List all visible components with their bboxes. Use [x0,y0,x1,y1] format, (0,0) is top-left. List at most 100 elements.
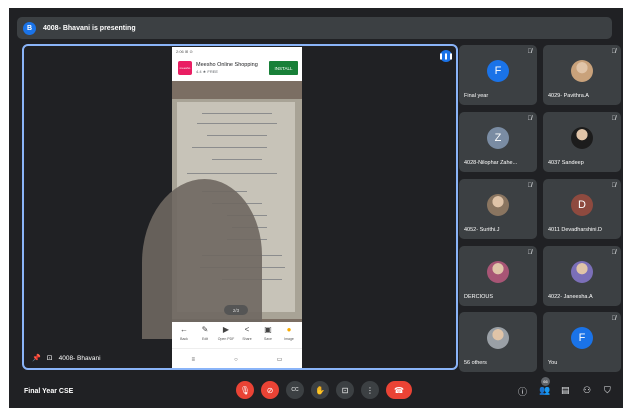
ad-title: Meesho Online Shopping [196,62,258,68]
captions-icon: CC [291,387,299,393]
mic-muted-icon: 🎙̸ [527,250,533,256]
captions-button[interactable]: CC [286,381,304,399]
participant-tile[interactable]: 🎙̸ 4052- Surithi.J [459,179,537,239]
participant-name: 56 others [464,360,487,366]
presentation-banner: B 4008- Bhavani is presenting [17,17,612,39]
participant-photo [571,127,593,150]
phone-tool-save: ▣ Save [258,325,278,341]
page-indicator: 2/3 [224,305,248,315]
mic-muted-icon: 🎙̸ [527,183,533,189]
presenter-name: 4008- Bhavani [58,354,101,362]
back-arrow-icon: ← [180,325,188,334]
activities-icon[interactable]: ⚇ [583,385,591,396]
more-vert-icon: ⋮ [366,385,374,395]
participant-name: 4037 Sandeep [548,160,584,166]
mic-muted-icon: 🎙̸ [527,49,533,55]
phone-tool-label: Save [264,337,272,341]
more-options-button[interactable]: ⋮ [361,381,379,399]
participant-name: Final year [464,93,489,99]
participant-name: 4011 Devadharshini.D [548,227,603,233]
speaking-indicator-icon: ❚❚❚ [438,50,454,62]
meeting-info-icon[interactable]: ⓘ [518,385,527,398]
recents-icon: ≡ [191,356,196,363]
meeting-title: Final Year CSE [24,388,74,395]
phone-tool-label: Share [242,337,252,341]
participant-photo [487,327,509,350]
meet-window: B 4008- Bhavani is presenting 2:06 ⊞ ⊙ m… [9,8,623,408]
image-icon: ● [286,325,292,334]
camera-off-icon: ⊘ [266,385,274,395]
phone-tool-label: Open PDF [217,337,235,341]
hang-up-icon: ☎ [394,385,404,395]
phone-tool-edit: ✎ Edit [195,325,215,341]
present-icon: ⊡ [46,355,53,362]
camera-off-button[interactable]: ⊘ [261,381,279,399]
participant-tile[interactable]: 🎙̸ 4037 Sandeep [543,112,621,172]
participant-avatar: D [571,194,593,217]
ad-banner: meesho Meesho Online Shopping 4.4 ★ FREE… [172,56,302,81]
participant-tile[interactable]: 🎙̸ DERCIOUS [459,246,537,306]
chat-icon[interactable]: ▤ [561,385,570,396]
participant-photo [487,194,509,217]
bottom-control-bar: Final Year CSE 🎙 ⊘ CC ✋ ⊡ ⋮ ☎ ⓘ 👥 66 ▤ ⚇… [9,374,623,408]
participant-tile[interactable]: F 🎙̸ Final year [459,45,537,105]
participant-avatar: Z [487,127,509,150]
people-icon[interactable]: 👥 [539,385,550,396]
mic-muted-icon: 🎙̸ [527,116,533,122]
pin-icon[interactable]: 📌 [32,354,41,362]
participant-photo [487,261,509,284]
participant-tile[interactable]: 🎙̸ 4029- Pavithra.A [543,45,621,105]
present-button[interactable]: ⊡ [336,381,354,399]
ad-install-button: INSTALL [269,61,298,75]
meesho-logo: meesho [178,61,192,75]
participant-tile[interactable]: Z 🎙̸ 4028-Nilophar Zahe... [459,112,537,172]
mic-off-icon: 🎙 [239,385,251,395]
main-stage[interactable]: 2:06 ⊞ ⊙ meesho Meesho Online Shopping 4… [22,44,458,370]
phone-nav-bar: ≡ ○ ▭ [172,348,302,368]
participant-tile[interactable]: D 🎙̸ 4011 Devadharshini.D [543,179,621,239]
presentation-banner-text: 4008- Bhavani is presenting [43,24,136,32]
phone-status-bar: 2:06 ⊞ ⊙ [172,47,302,56]
share-icon: < [244,325,250,334]
save-icon: ▣ [264,325,272,334]
pdf-icon: ▶ [222,325,230,334]
participant-tile[interactable]: 56 others [459,312,537,372]
mic-muted-icon: 🎙̸ [611,316,617,322]
participant-name: 4029- Pavithra.A [548,93,589,99]
phone-toolbar: ← Back ✎ Edit ▶ Open PDF < Share ▣ Save ● Imag… [172,322,302,348]
people-count-badge: 66 [541,377,550,386]
shared-phone-screen: 2:06 ⊞ ⊙ meesho Meesho Online Shopping 4… [142,47,302,368]
mic-muted-icon: 🎙̸ [611,183,617,189]
mic-muted-icon: 🎙̸ [611,116,617,122]
handwritten-notes-photo [142,99,302,339]
participant-name: DERCIOUS [464,294,494,300]
phone-tool-label: Edit [201,337,209,341]
back-icon: ▭ [276,357,283,363]
present-screen-icon: ⊡ [341,385,349,395]
host-controls-icon[interactable]: ⛉ [604,385,611,396]
phone-tool-label: Back [180,337,188,341]
participant-tile[interactable]: F 🎙̸ You [543,312,621,372]
raise-hand-button[interactable]: ✋ [311,381,329,399]
ad-rating: 4.4 ★ FREE [196,69,219,74]
home-icon: ○ [234,356,238,363]
participant-avatar: F [571,327,593,350]
participant-avatar: F [487,60,509,83]
participant-name: 4028-Nilophar Zahe... [464,160,518,166]
participant-tile[interactable]: 🎙̸ 4022- Janeesha.A [543,246,621,306]
phone-tool-share: < Share [237,325,257,341]
raise-hand-icon: ✋ [315,385,325,395]
participant-name: 4052- Surithi.J [464,227,500,233]
mic-muted-icon: 🎙̸ [611,49,617,55]
phone-tool-back: ← Back [174,325,194,341]
presenter-label: 📌 ⊡ 4008- Bhavani [32,354,101,363]
phone-tool-open-pdf: ▶ Open PDF [216,325,236,341]
phone-tool-label: Image [284,337,294,341]
presenter-avatar: B [23,21,36,35]
edit-icon: ✎ [201,325,209,334]
mic-off-button[interactable]: 🎙 [236,381,254,399]
leave-call-button[interactable]: ☎ [386,381,412,399]
phone-tool-image: ● Image [279,325,299,341]
participant-photo [571,261,593,284]
mic-muted-icon: 🎙̸ [611,250,617,256]
